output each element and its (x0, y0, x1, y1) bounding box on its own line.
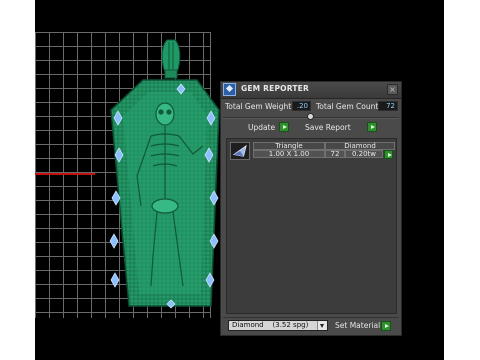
gem-reporter-app-icon (223, 83, 236, 96)
coffin-pendant-model[interactable] (95, 36, 220, 316)
set-material-button[interactable] (381, 321, 391, 331)
material-select-value: Diamond (3.52 spg) (232, 321, 309, 329)
total-gem-count-field[interactable]: 72 (378, 101, 398, 111)
total-gem-count-label: Total Gem Count (316, 102, 379, 111)
gem-weight: 0.20tw (345, 150, 383, 158)
close-icon[interactable]: × (387, 84, 398, 95)
save-report-label: Save Report (305, 123, 351, 132)
update-button[interactable] (279, 122, 289, 132)
chevron-down-icon[interactable] (317, 321, 327, 330)
gem-size: 1.00 X 1.00 (253, 150, 325, 158)
set-material-label: Set Material (335, 321, 381, 330)
panel-title-bar[interactable]: GEM REPORTER × (221, 82, 401, 99)
panel-title: GEM REPORTER (241, 84, 309, 93)
total-gem-weight-field[interactable]: .20 (292, 101, 311, 111)
gem-count: 72 (325, 150, 345, 158)
collapse-handle-icon[interactable] (307, 113, 314, 120)
action-row: Update Save Report (221, 122, 401, 134)
gem-row-table: Triangle Diamond 1.00 X 1.00 72 0.20tw (253, 142, 395, 160)
gem-reporter-panel: GEM REPORTER × Total Gem Weight .20 Tota… (220, 81, 402, 336)
x-axis-line (35, 173, 95, 175)
gem-material: Diamond (325, 142, 395, 150)
triangle-gem-icon (230, 142, 250, 160)
save-report-button[interactable] (367, 122, 377, 132)
gem-list[interactable]: Triangle Diamond 1.00 X 1.00 72 0.20tw (226, 138, 397, 314)
pendant-bail (161, 39, 181, 79)
totals-row: Total Gem Weight .20 Total Gem Count 72 (221, 101, 401, 113)
gem-row-go-button[interactable] (384, 150, 393, 159)
update-label: Update (248, 123, 276, 132)
footer-divider (223, 317, 399, 318)
total-gem-weight-label: Total Gem Weight (225, 102, 292, 111)
gem-cut: Triangle (253, 142, 325, 150)
material-select[interactable]: Diamond (3.52 spg) (228, 320, 328, 331)
